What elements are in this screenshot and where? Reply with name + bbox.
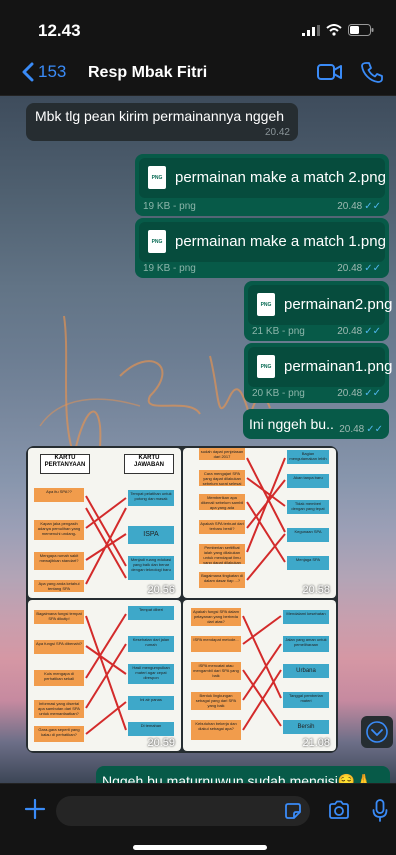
file-meta: 19 KB - png xyxy=(143,263,196,274)
time-label: 20.48 xyxy=(337,326,363,337)
file-message[interactable]: PNG permainan1.png 20 KB - png 20.48 ✓✓ xyxy=(244,343,392,403)
message-time: 20.42 xyxy=(264,127,290,138)
file-name: permainan make a match 1.png xyxy=(175,233,386,250)
message-time: 20.48 ✓✓ xyxy=(337,263,381,274)
album-photo[interactable]: sudah dapat penjelasan dari 2017 Cara me… xyxy=(183,448,336,598)
sticker-icon xyxy=(285,803,301,819)
png-file-icon: PNG xyxy=(257,293,275,316)
album-photo[interactable]: Apakah fungsi SPA dalam pelayanan yang b… xyxy=(183,600,336,751)
back-button[interactable]: 153 xyxy=(22,62,66,82)
chevron-down-circle-icon xyxy=(366,721,388,743)
read-receipt-icon: ✓✓ xyxy=(366,424,383,435)
file-attachment[interactable]: PNG permainan2.png xyxy=(248,285,392,325)
home-indicator[interactable] xyxy=(133,845,267,850)
read-receipt-icon: ✓✓ xyxy=(364,263,381,274)
file-ext: png xyxy=(288,388,305,399)
message-time: 20.48 ✓✓ xyxy=(337,201,381,212)
message-bubble-in[interactable]: Mbk tlg pean kirim permainannya nggeh 20… xyxy=(26,103,298,141)
contact-name[interactable]: Resp Mbak Fitri xyxy=(88,64,207,82)
file-name: permainan1.png xyxy=(284,358,393,375)
plus-icon xyxy=(24,798,46,820)
message-time: 20.48 ✓✓ xyxy=(339,424,383,435)
file-meta: 19 KB - png xyxy=(143,201,196,212)
back-count: 153 xyxy=(38,62,67,81)
photo-time: 20.59 xyxy=(147,737,175,749)
match-lines xyxy=(242,615,282,731)
file-ext: png xyxy=(288,326,305,337)
png-file-icon: PNG xyxy=(257,355,275,378)
message-input[interactable] xyxy=(56,796,310,826)
microphone-icon xyxy=(372,799,388,822)
scroll-to-bottom-button[interactable] xyxy=(361,716,393,748)
png-file-icon: PNG xyxy=(148,230,166,253)
message-time: 20.48 ✓✓ xyxy=(337,388,381,399)
signal-icon xyxy=(302,24,320,36)
file-message[interactable]: PNG permainan make a match 1.png 19 KB -… xyxy=(135,218,389,278)
read-receipt-icon: ✓✓ xyxy=(364,201,381,212)
file-size: 19 KB xyxy=(143,201,171,212)
camera-button[interactable] xyxy=(328,800,350,825)
match-lines xyxy=(85,495,127,585)
file-attachment[interactable]: PNG permainan make a match 1.png xyxy=(139,222,386,262)
read-receipt-icon: ✓✓ xyxy=(364,326,381,337)
time-label: 20.48 xyxy=(337,263,363,274)
camera-icon xyxy=(329,800,349,819)
match-lines xyxy=(246,457,286,581)
photo-time: 20.56 xyxy=(147,584,175,596)
wifi-icon xyxy=(326,24,342,36)
phone-icon xyxy=(361,62,383,83)
file-message[interactable]: PNG permainan make a match 2.png 19 KB -… xyxy=(135,154,389,216)
chevron-left-icon xyxy=(22,62,34,82)
file-size: 20 KB xyxy=(252,388,280,399)
message-time: 20.48 ✓✓ xyxy=(337,326,381,337)
video-camera-icon xyxy=(317,64,342,80)
chat-header: 153 Resp Mbak Fitri xyxy=(0,52,396,96)
status-time: 12.43 xyxy=(38,21,81,40)
microphone-button[interactable] xyxy=(372,799,388,828)
file-meta: 21 KB - png xyxy=(252,326,305,337)
file-attachment[interactable]: PNG permainan make a match 2.png xyxy=(139,158,386,198)
album-photo[interactable]: Bagaimana fungsi tempat SPA dikutip! Apa… xyxy=(28,600,181,751)
file-meta: 20 KB - png xyxy=(252,388,305,399)
file-name: permainan2.png xyxy=(284,296,393,313)
file-ext: png xyxy=(179,263,196,274)
sticker-button[interactable] xyxy=(284,802,302,825)
photo-time: 21.08 xyxy=(302,737,330,749)
png-file-icon: PNG xyxy=(148,166,166,189)
file-message[interactable]: PNG permainan2.png 21 KB - png 20.48 ✓✓ xyxy=(244,281,392,341)
video-call-button[interactable] xyxy=(317,63,343,86)
file-ext: png xyxy=(179,201,196,212)
file-size: 19 KB xyxy=(143,263,171,274)
attach-button[interactable] xyxy=(24,798,46,825)
voice-call-button[interactable] xyxy=(361,61,383,88)
photo-album[interactable]: KARTU PERTANYAAN KARTU JAWABAN Apa itu S… xyxy=(26,446,338,753)
battery-icon xyxy=(348,24,374,36)
message-text: Ini nggeh bu.. xyxy=(249,416,334,432)
message-bubble-out[interactable]: Ini nggeh bu.. 20.48 ✓✓ xyxy=(243,409,389,439)
file-name: permainan make a match 2.png xyxy=(175,169,386,186)
photo-time: 20.58 xyxy=(302,584,330,596)
status-icons xyxy=(302,24,374,36)
file-size: 21 KB xyxy=(252,326,280,337)
time-label: 20.48 xyxy=(339,424,365,435)
file-attachment[interactable]: PNG permainan1.png xyxy=(248,347,392,387)
match-lines xyxy=(85,613,127,735)
time-label: 20.48 xyxy=(337,388,363,399)
status-bar: 12.43 xyxy=(0,0,396,52)
time-label: 20.48 xyxy=(337,201,363,212)
message-text: Mbk tlg pean kirim permainannya nggeh xyxy=(35,108,285,124)
album-photo[interactable]: KARTU PERTANYAAN KARTU JAWABAN Apa itu S… xyxy=(28,448,181,598)
read-receipt-icon: ✓✓ xyxy=(364,388,381,399)
